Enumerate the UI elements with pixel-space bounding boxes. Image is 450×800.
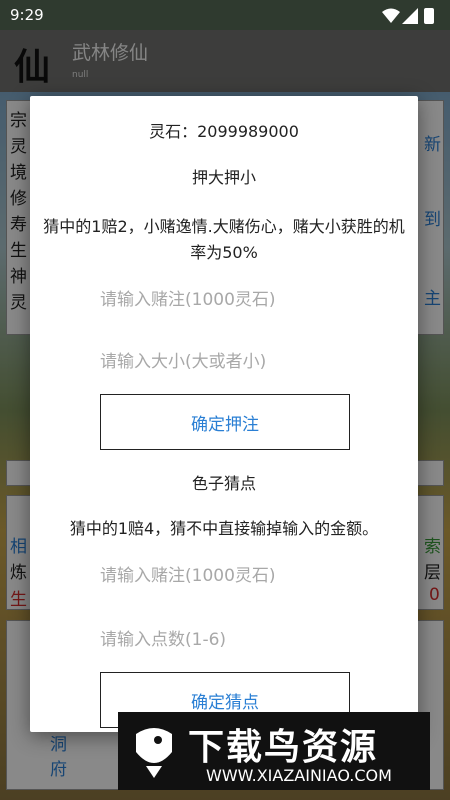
watermark-url: WWW.XIAZAINIAO.COM xyxy=(206,766,392,785)
big-small-title: 押大押小 xyxy=(191,168,256,187)
bird-logo-icon xyxy=(136,728,172,778)
big-small-amount-input[interactable] xyxy=(100,282,360,318)
watermark-banner: 下载鸟资源 WWW.XIAZAINIAO.COM xyxy=(118,712,430,790)
big-small-description: 猜中的1赔2，小赌逸情.大赌伤心，赌大小获胜的机率为50% xyxy=(43,217,405,262)
dice-amount-input[interactable] xyxy=(100,558,360,594)
confirm-bet-button[interactable]: 确定押注 xyxy=(100,394,350,450)
dice-points-input[interactable] xyxy=(100,622,360,658)
status-bar: 9:29 xyxy=(0,0,450,30)
gambling-dialog: 灵石：2099989000 押大押小 猜中的1赔2，小赌逸情.大赌伤心，赌大小获… xyxy=(30,96,418,732)
spirit-stone-balance: 灵石：2099989000 xyxy=(149,122,299,141)
battery-icon xyxy=(424,8,434,24)
wifi-icon xyxy=(382,8,400,23)
watermark-title: 下载鸟资源 xyxy=(188,727,379,768)
dice-guess-title: 色子猜点 xyxy=(191,474,256,493)
status-time: 9:29 xyxy=(10,6,44,24)
dice-guess-description: 猜中的1赔4，猜不中直接输掉输入的金额。 xyxy=(69,519,379,538)
status-icons xyxy=(382,8,440,24)
big-small-choice-input[interactable] xyxy=(100,344,360,380)
signal-icon xyxy=(402,8,418,24)
